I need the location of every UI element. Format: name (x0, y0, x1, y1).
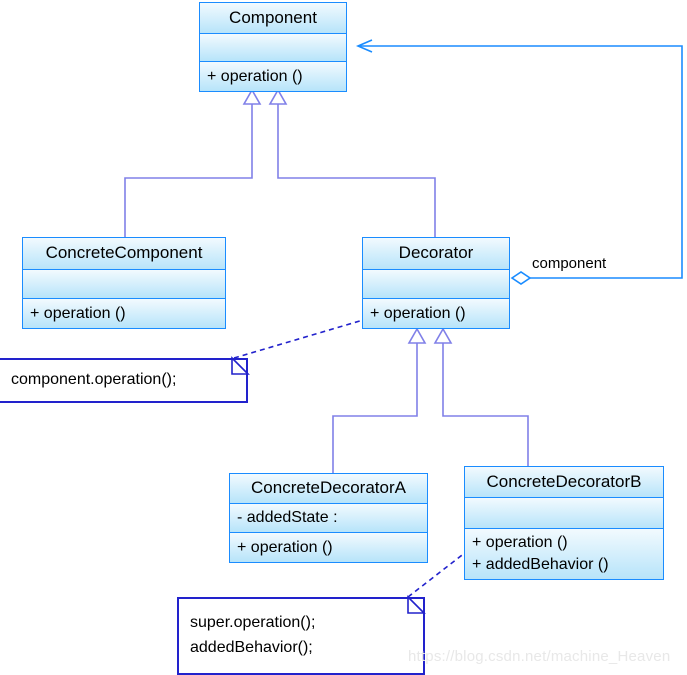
compartment-operations-decorator: + operation () (363, 299, 509, 328)
class-name-concretedecoratora: ConcreteDecoratorA (251, 478, 406, 498)
compartment-operations-component: + operation () (200, 62, 346, 91)
attribute-row: - addedState : (237, 509, 338, 527)
class-box-component[interactable]: Component + operation () (199, 2, 347, 92)
uml-diagram-canvas: Component ===== --> Component + operatio… (0, 0, 687, 675)
note-decorator-b-operation[interactable]: super.operation(); addedBehavior(); (177, 597, 425, 675)
compartment-attributes-concretecomponent (23, 270, 225, 299)
generalization-concretedecoratorb-to-decorator (433, 327, 529, 466)
compartment-name-concretedecoratora: ConcreteDecoratorA (230, 474, 427, 504)
note-decorator-operation[interactable]: component.operation(); (0, 358, 248, 403)
compartment-operations-concretedecoratora: + operation () (230, 533, 427, 562)
note-line: addedBehavior(); (190, 639, 313, 656)
compartment-name-decorator: Decorator (363, 238, 509, 270)
operation-row: + operation () (370, 304, 466, 322)
association-arrowhead (355, 39, 373, 53)
compartment-name-concretedecoratorb: ConcreteDecoratorB (465, 467, 663, 498)
compartment-attributes-decorator (363, 270, 509, 299)
operation-row: + operation () (472, 534, 568, 552)
compartment-name-concretecomponent: ConcreteComponent (23, 238, 225, 270)
class-box-concretedecoratorb[interactable]: ConcreteDecoratorB + operation () + adde… (464, 466, 664, 580)
class-name-concretedecoratorb: ConcreteDecoratorB (486, 471, 642, 491)
watermark-text: https://blog.csdn.net/machine_Heaven (408, 648, 671, 665)
compartment-name-component: Component (200, 3, 346, 34)
operation-row: + operation () (237, 538, 333, 556)
note-line: component.operation(); (11, 371, 177, 389)
class-name-decorator: Decorator (398, 243, 474, 263)
class-name-concretecomponent: ConcreteComponent (45, 243, 203, 263)
operation-row: + addedBehavior () (472, 556, 609, 573)
generalization-concretedecoratora-to-decorator (332, 327, 427, 473)
compartment-attributes-concretedecoratora: - addedState : (230, 504, 427, 533)
compartment-attributes-component (200, 34, 346, 62)
class-box-concretecomponent[interactable]: ConcreteComponent + operation () (22, 237, 226, 329)
association-role-label-component: component (532, 255, 607, 272)
class-name-component: Component (229, 7, 317, 27)
compartment-attributes-concretedecoratorb (465, 498, 663, 529)
note-link-decorator (233, 317, 371, 359)
class-box-concretedecoratora[interactable]: ConcreteDecoratorA - addedState : + oper… (229, 473, 428, 563)
operation-row: + operation () (207, 67, 303, 85)
compartment-operations-concretedecoratorb: + operation () + addedBehavior () (465, 529, 663, 579)
generalization-concretecomponent-to-component (124, 88, 262, 237)
generalization-decorator-to-component (268, 88, 436, 237)
class-box-decorator[interactable]: Decorator + operation () (362, 237, 510, 329)
note-line: super.operation(); (190, 614, 316, 632)
operation-row: + operation () (30, 304, 126, 322)
aggregation-diamond (510, 271, 532, 285)
compartment-operations-concretecomponent: + operation () (23, 299, 225, 328)
